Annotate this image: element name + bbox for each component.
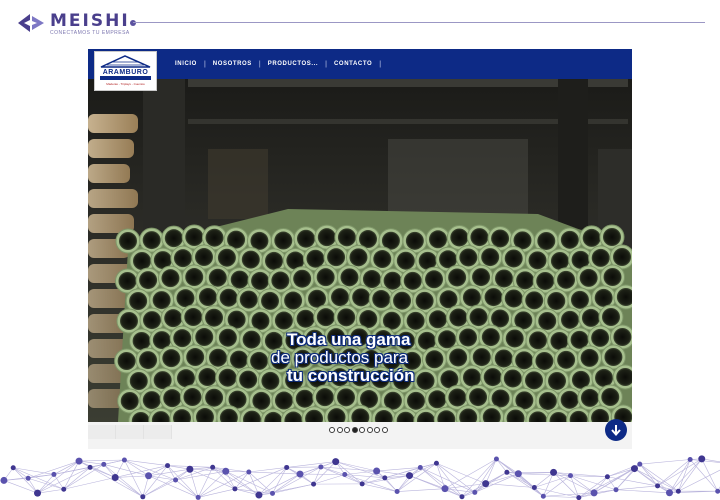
slider-dot[interactable] — [336, 427, 343, 433]
website-preview: INICIO | NOSOTROS | PRODUCTOS... | CONTA… — [88, 49, 632, 449]
slider-dot[interactable] — [351, 427, 358, 433]
nav-item-nosotros[interactable]: NOSOTROS — [213, 61, 252, 67]
thumbnail[interactable] — [144, 425, 172, 439]
brand-name: MEISHI — [50, 11, 130, 31]
hero-line-1: Toda una gama — [287, 330, 411, 349]
slider-dot[interactable] — [329, 427, 335, 433]
slider-dot[interactable] — [344, 427, 350, 433]
slider-dots — [329, 427, 389, 433]
meishi-brand[interactable]: MEISHI CONECTAMOS TU EMPRESA — [16, 12, 130, 40]
meishi-logo-icon — [18, 14, 44, 32]
thumbnail[interactable] — [116, 425, 144, 439]
brand-tagline: CONECTAMOS TU EMPRESA — [50, 30, 130, 36]
hero-line-2: de productos para — [271, 348, 409, 367]
nav-separator: | — [203, 60, 206, 68]
nav-separator: | — [258, 60, 261, 68]
slider-dot[interactable] — [374, 427, 380, 433]
nav-item-contacto[interactable]: CONTACTO — [334, 61, 372, 67]
arrow-down-icon — [611, 425, 621, 436]
header-divider — [133, 22, 705, 23]
nav-item-productos[interactable]: PRODUCTOS... — [268, 61, 318, 67]
slider-controls — [88, 419, 632, 449]
arambburo-logo[interactable]: ARAMBURO Maderas - Triplays - Cuentos — [94, 51, 157, 91]
hero-headline: Toda una gama de productos para tu const… — [271, 331, 531, 385]
scroll-down-button[interactable] — [605, 419, 627, 441]
site-logo-text: ARAMBURO — [103, 69, 149, 76]
page: MEISHI CONECTAMOS TU EMPRESA INICIO | NO… — [0, 0, 720, 500]
slider-dot[interactable] — [366, 427, 373, 433]
hero-slide[interactable]: Toda una gama de productos para tu const… — [88, 79, 632, 422]
slider-dot[interactable] — [359, 427, 365, 433]
nav-item-inicio[interactable]: INICIO — [175, 61, 197, 67]
nav-separator: | — [379, 60, 382, 68]
network-pattern — [0, 455, 720, 500]
site-navbar: INICIO | NOSOTROS | PRODUCTOS... | CONTA… — [88, 49, 632, 79]
nav-separator: | — [325, 60, 327, 68]
site-nav-menu: INICIO | NOSOTROS | PRODUCTOS... | CONTA… — [175, 59, 388, 69]
hero-line-3: tu construcción — [287, 366, 415, 385]
slider-dot[interactable] — [381, 427, 388, 433]
thumbnail-strip — [88, 425, 172, 439]
site-logo-subtext: Maderas - Triplays - Cuentos — [106, 82, 145, 86]
thumbnail[interactable] — [88, 425, 116, 439]
